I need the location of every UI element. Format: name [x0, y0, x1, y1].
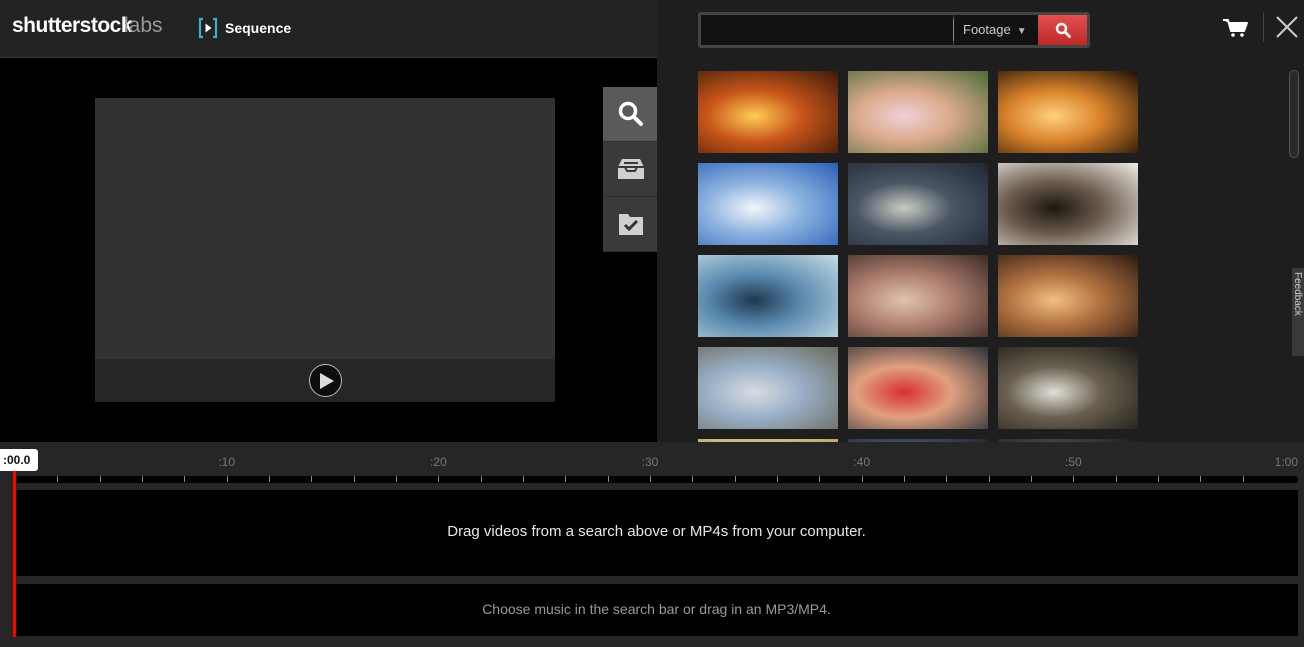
ruler-tick: [1200, 476, 1202, 482]
ruler-tick: [142, 476, 143, 482]
shutterstock-logo[interactable]: shutterstock: [12, 14, 133, 38]
video-track-message: Drag videos from a search above or MP4s …: [447, 523, 866, 540]
playhead[interactable]: [13, 471, 16, 637]
time-label: :40: [853, 455, 870, 469]
ruler-tick: [1031, 476, 1032, 482]
player-controls: [95, 359, 555, 402]
inbox-tray-icon: [617, 159, 644, 179]
search-icon: [618, 101, 643, 126]
result-thumbnail[interactable]: [848, 71, 988, 153]
tab-selected[interactable]: [603, 197, 658, 252]
ruler-tick: [819, 476, 821, 482]
search-panel: Footage ▼ Feedback: [657, 0, 1304, 442]
ruler-tick: [99, 476, 101, 482]
time-label: 1:00: [1274, 455, 1298, 469]
preview-area: [0, 58, 657, 442]
caret-down-icon: ▼: [1016, 26, 1027, 37]
ruler-tick: [861, 476, 863, 482]
ruler-tick: [269, 476, 270, 482]
result-thumbnail[interactable]: [998, 255, 1138, 337]
ruler-tick: [692, 476, 694, 482]
ruler-tick: [1158, 476, 1159, 482]
close-icon[interactable]: [1276, 16, 1298, 38]
search-icon: [1055, 22, 1071, 38]
ruler-tick: [734, 476, 736, 482]
result-thumbnail[interactable]: [998, 347, 1138, 429]
search-bar: Footage ▼: [698, 12, 1090, 48]
video-preview[interactable]: [95, 98, 555, 359]
time-label: :30: [641, 455, 659, 469]
result-thumbnail[interactable]: [848, 163, 988, 245]
ruler-tick: [57, 476, 59, 482]
cart-icon[interactable]: [1223, 18, 1249, 38]
ruler-tick: [946, 476, 948, 482]
result-thumbnail[interactable]: [998, 71, 1138, 153]
ruler-tick: [523, 476, 524, 482]
result-thumbnail[interactable]: [698, 347, 838, 429]
timeline: :00.0 Drag videos from a search above or…: [0, 442, 1304, 647]
ruler-tick: [396, 476, 397, 482]
feedback-tab[interactable]: Feedback: [1292, 268, 1304, 356]
header-divider: [1263, 12, 1264, 42]
app-name: Sequence: [225, 20, 292, 36]
ruler-tick: [650, 476, 651, 482]
ruler-tick: [1115, 476, 1117, 482]
ruler-tick: [565, 476, 567, 482]
time-label: :10: [218, 455, 235, 469]
current-time-badge: :00.0: [0, 449, 38, 471]
audio-track[interactable]: Choose music in the search bar or drag i…: [15, 584, 1298, 636]
ruler-tick: [184, 476, 186, 482]
ruler-tick: [988, 476, 990, 482]
ruler-tick: [353, 476, 355, 482]
search-type-label: Footage: [963, 22, 1011, 37]
time-label: :20: [429, 455, 447, 469]
results-scrollbar[interactable]: [1289, 70, 1299, 158]
result-thumbnail[interactable]: [698, 163, 838, 245]
time-label: :50: [1064, 455, 1082, 469]
ruler-tick: [607, 476, 609, 482]
search-button[interactable]: [1038, 15, 1087, 45]
result-thumbnail[interactable]: [998, 163, 1138, 245]
audio-track-message: Choose music in the search bar or drag i…: [482, 601, 831, 617]
timeline-ruler[interactable]: [15, 476, 1298, 483]
search-type-dropdown[interactable]: Footage ▼: [954, 15, 1038, 45]
ruler-tick: [1073, 476, 1075, 482]
labs-label: labs: [124, 14, 163, 37]
ruler-tick: [226, 476, 228, 482]
result-thumbnail[interactable]: [848, 347, 988, 429]
ruler-tick: [438, 476, 440, 482]
play-icon: [320, 373, 334, 389]
top-bar: shutterstock labs Sequence: [0, 0, 657, 58]
ruler-tick: [311, 476, 313, 482]
sequence-play-bracket-icon: [198, 17, 218, 39]
result-thumbnail[interactable]: [698, 255, 838, 337]
ruler-tick: [1242, 476, 1244, 482]
result-thumbnail[interactable]: [698, 71, 838, 153]
ruler-tick: [480, 476, 482, 482]
search-input[interactable]: [701, 15, 953, 45]
result-thumbnail[interactable]: [848, 255, 988, 337]
play-button[interactable]: [309, 364, 342, 397]
ruler-tick: [777, 476, 778, 482]
folder-check-icon: [618, 214, 643, 235]
tab-inbox[interactable]: [603, 142, 658, 197]
tool-tabs: [603, 87, 667, 252]
ruler-tick: [904, 476, 905, 482]
feedback-label: Feedback: [1292, 272, 1303, 316]
video-track[interactable]: Drag videos from a search above or MP4s …: [15, 490, 1298, 576]
tab-search[interactable]: [603, 87, 667, 142]
